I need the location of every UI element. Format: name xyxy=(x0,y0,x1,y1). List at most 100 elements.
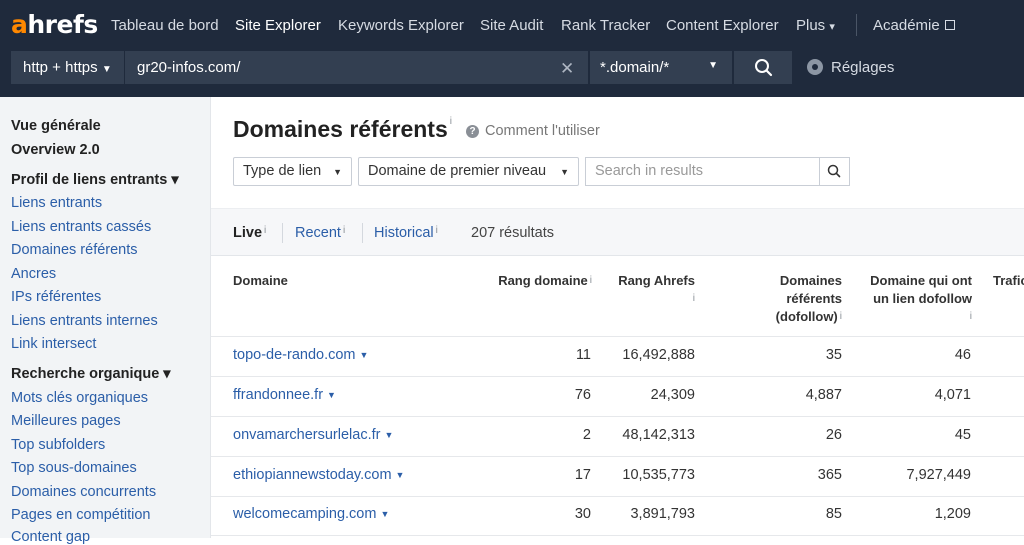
ahrefs-logo[interactable]: ahrefs xyxy=(11,10,98,39)
col-header-ref-line1: Domaines xyxy=(779,273,842,288)
col-header-dofollow[interactable]: Domaine qui ont un lien dofollow i xyxy=(852,272,972,326)
sidebar-item-link-intersect[interactable]: Link intersect xyxy=(11,336,96,352)
url-input[interactable]: gr20-infos.com/ xyxy=(125,51,588,84)
url-value: gr20-infos.com/ xyxy=(137,59,241,76)
results-tabbar: Live i Recent i Historical i 207 résultats xyxy=(211,208,1024,256)
sidebar-item-liens-casses[interactable]: Liens entrants cassés xyxy=(11,219,151,235)
search-button[interactable] xyxy=(733,51,792,84)
mode-select[interactable]: *.domain/* ▼ xyxy=(589,51,732,84)
settings-button[interactable]: Réglages xyxy=(807,59,894,76)
ref-domains-cell[interactable]: 35 xyxy=(760,347,842,363)
page-title-text: Domaines référents xyxy=(233,116,448,142)
link-type-filter[interactable]: Type de lien ▼ xyxy=(233,157,352,186)
tab-divider xyxy=(282,223,283,243)
col-header-ahrefs-rank[interactable]: Rang Ahrefs i xyxy=(590,272,695,308)
results-search-button[interactable] xyxy=(819,157,850,186)
domain-link[interactable]: ffrandonnee.fr ▼ xyxy=(233,387,336,403)
clear-icon[interactable]: ✕ xyxy=(560,59,574,79)
sidebar-item-mots-cles[interactable]: Mots clés organiques xyxy=(11,390,148,406)
sidebar-item-ancres[interactable]: Ancres xyxy=(11,266,56,282)
nav-tableau-de-bord[interactable]: Tableau de bord xyxy=(111,17,219,34)
col-header-domain[interactable]: Domaine xyxy=(233,272,288,290)
info-icon: i xyxy=(435,225,438,236)
dofollow-cell[interactable]: 1,209 xyxy=(880,506,971,522)
chevron-down-icon[interactable]: ▼ xyxy=(384,430,393,440)
sidebar-item-domaines-concurrents[interactable]: Domaines concurrents xyxy=(11,484,156,500)
dofollow-cell[interactable]: 4,071 xyxy=(880,387,971,403)
dr-cell: 17 xyxy=(574,467,591,483)
nav-academie[interactable]: Académie xyxy=(873,17,955,34)
protocol-select[interactable]: http + https ▼ xyxy=(11,51,125,84)
ref-domains-cell[interactable]: 85 xyxy=(760,506,842,522)
tld-filter[interactable]: Domaine de premier niveau ▼ xyxy=(358,157,579,186)
sidebar-item-overview[interactable]: Vue générale xyxy=(11,118,101,134)
chevron-down-icon[interactable]: ▼ xyxy=(327,390,336,400)
sidebar-item-domaines-referents[interactable]: Domaines référents xyxy=(11,242,138,258)
row-divider xyxy=(211,376,1024,377)
results-search-input[interactable]: Search in results xyxy=(585,157,819,186)
sidebar-item-content-gap[interactable]: Content gap xyxy=(11,529,90,545)
info-icon[interactable]: i xyxy=(450,116,452,127)
nav-keywords-explorer[interactable]: Keywords Explorer xyxy=(338,17,464,34)
link-type-label: Type de lien xyxy=(243,163,322,179)
col-header-ref-line3: (dofollow) xyxy=(775,309,838,324)
sidebar-item-meilleures-pages[interactable]: Meilleures pages xyxy=(11,413,121,429)
domain-link[interactable]: onvamarchersurlelac.fr ▼ xyxy=(233,427,393,443)
sidebar-item-top-subfolders[interactable]: Top subfolders xyxy=(11,437,105,453)
col-header-traffic-label: Trafic xyxy=(993,273,1024,288)
ahrefs-rank-cell: 24,309 xyxy=(650,387,695,403)
col-header-traffic[interactable]: Trafic xyxy=(993,272,1024,290)
sidebar: Vue générale Overview 2.0 Profil de lien… xyxy=(0,97,211,545)
nav-content-explorer[interactable]: Content Explorer xyxy=(666,17,779,34)
sidebar-item-pages-competition[interactable]: Pages en compétition xyxy=(11,507,150,523)
logo-rest: hrefs xyxy=(27,10,98,39)
page-title: Domaines référents i xyxy=(233,116,452,143)
sidebar-item-ips-referentes[interactable]: IPs référentes xyxy=(11,289,101,305)
col-header-ref-domains[interactable]: Domaines référents (dofollow) i xyxy=(720,272,842,326)
ahrefs-rank-cell: 48,142,313 xyxy=(622,427,695,443)
external-link-icon xyxy=(944,20,955,30)
col-header-dr[interactable]: Rang domaine i xyxy=(470,272,592,290)
tab-historical[interactable]: Historical i xyxy=(374,225,438,241)
dr-cell: 76 xyxy=(574,387,591,403)
domain-link[interactable]: welcomecamping.com ▼ xyxy=(233,506,389,522)
ref-domains-cell[interactable]: 4,887 xyxy=(760,387,842,403)
domain-link-text: ffrandonnee.fr xyxy=(233,387,324,403)
sidebar-item-liens-internes[interactable]: Liens entrants internes xyxy=(11,313,158,329)
nav-site-explorer[interactable]: Site Explorer xyxy=(235,17,321,34)
domain-link-text: welcomecamping.com xyxy=(233,506,377,522)
nav-site-audit[interactable]: Site Audit xyxy=(480,17,543,34)
chevron-down-icon[interactable]: ▼ xyxy=(360,350,369,360)
search-bar-row: http + https ▼ gr20-infos.com/ ✕ *.domai… xyxy=(0,51,1024,97)
nav-rank-tracker[interactable]: Rank Tracker xyxy=(561,17,650,34)
domain-link[interactable]: topo-de-rando.com ▼ xyxy=(233,347,368,363)
sidebar-section-backlinks[interactable]: Profil de liens entrants ▾ xyxy=(11,172,179,188)
tab-recent[interactable]: Recent i xyxy=(295,225,345,241)
ahrefs-rank-cell: 10,535,773 xyxy=(622,467,695,483)
dofollow-cell[interactable]: 46 xyxy=(880,347,971,363)
tab-live[interactable]: Live i xyxy=(233,225,266,241)
results-search-placeholder: Search in results xyxy=(595,163,703,179)
sidebar-item-liens-entrants[interactable]: Liens entrants xyxy=(11,195,102,211)
chevron-down-icon[interactable]: ▼ xyxy=(396,470,405,480)
sidebar-section-organic[interactable]: Recherche organique ▾ xyxy=(11,366,171,382)
sidebar-item-top-sous-domaines[interactable]: Top sous-domaines xyxy=(11,460,137,476)
results-count: 207 résultats xyxy=(471,225,555,241)
nav-plus-label: Plus xyxy=(796,17,826,34)
row-divider xyxy=(211,456,1024,457)
ref-domains-cell[interactable]: 365 xyxy=(760,467,842,483)
row-divider xyxy=(211,416,1024,417)
settings-label: Réglages xyxy=(831,59,895,76)
chevron-down-icon[interactable]: ▼ xyxy=(380,509,389,519)
dofollow-cell[interactable]: 45 xyxy=(880,427,971,443)
info-icon: i xyxy=(264,225,267,236)
how-to-use-link[interactable]: ? Comment l'utiliser xyxy=(466,123,600,139)
dr-cell: 11 xyxy=(575,347,591,363)
top-nav: ahrefs Tableau de bord Site Explorer Key… xyxy=(0,0,1024,51)
sidebar-item-overview-2[interactable]: Overview 2.0 xyxy=(11,142,100,158)
dofollow-cell[interactable]: 7,927,449 xyxy=(880,467,971,483)
nav-divider xyxy=(856,14,857,36)
ref-domains-cell[interactable]: 26 xyxy=(760,427,842,443)
nav-plus[interactable]: Plus ▾ xyxy=(796,17,835,34)
domain-link[interactable]: ethiopiannewstoday.com ▼ xyxy=(233,467,404,483)
